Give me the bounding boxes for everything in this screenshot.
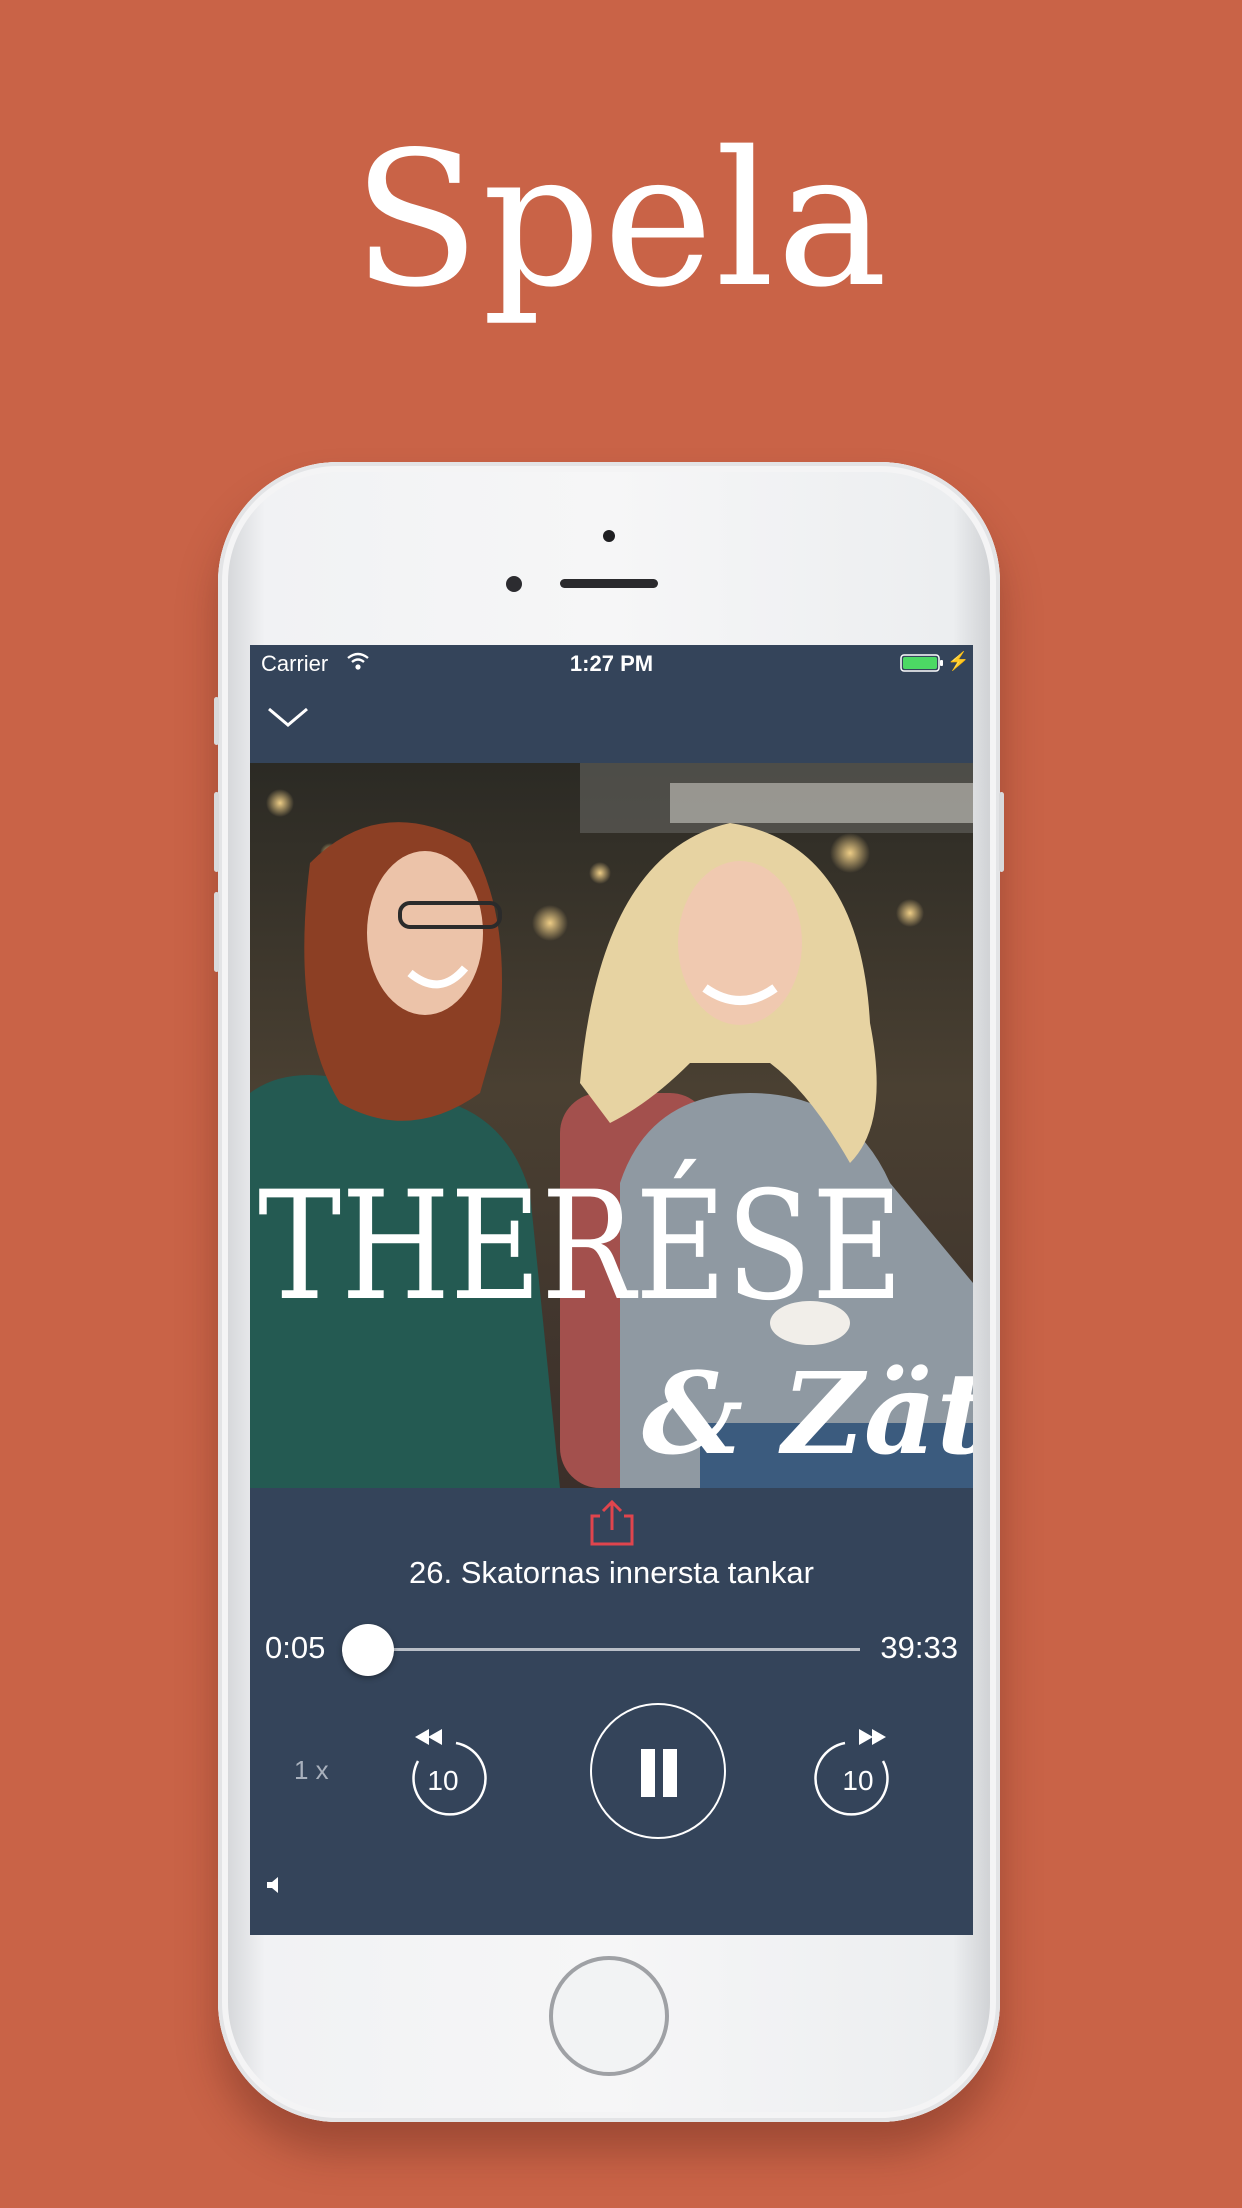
skip-forward-button[interactable]: 10 bbox=[813, 1721, 903, 1821]
pause-icon-bar bbox=[663, 1749, 677, 1797]
home-button[interactable] bbox=[549, 1956, 669, 2076]
skip-forward-label: 10 bbox=[842, 1765, 874, 1796]
artwork-title-line2: & Zäta bbox=[642, 1349, 973, 1480]
episode-title: 26. Skatornas innersta tankar bbox=[409, 1555, 814, 1590]
collapse-chevron-icon[interactable] bbox=[266, 701, 310, 731]
status-bar: Carrier 1:27 PM ⚡ bbox=[250, 645, 973, 685]
total-time: 39:33 bbox=[880, 1630, 958, 1665]
pause-icon bbox=[641, 1749, 655, 1797]
power-button bbox=[999, 792, 1004, 872]
player-screen: Carrier 1:27 PM ⚡ THERÉSE & Zä 26. Skato… bbox=[250, 645, 973, 1935]
artwork-title-line1: THERÉSE bbox=[258, 1159, 903, 1334]
pause-button[interactable] bbox=[590, 1703, 726, 1839]
playback-speed-button[interactable]: 1 x bbox=[294, 1755, 329, 1786]
status-time: 1:27 PM bbox=[569, 651, 654, 676]
seek-bar[interactable] bbox=[371, 1648, 860, 1651]
front-camera bbox=[506, 576, 522, 592]
skip-back-button[interactable]: 10 bbox=[398, 1721, 488, 1821]
volume-down-button bbox=[214, 892, 219, 972]
elapsed-time: 0:05 bbox=[265, 1630, 326, 1665]
skip-back-label: 10 bbox=[427, 1765, 459, 1796]
battery-icon bbox=[900, 654, 943, 672]
volume-up-button bbox=[214, 792, 219, 872]
volume-icon[interactable] bbox=[264, 1873, 288, 1897]
earpiece-speaker bbox=[560, 579, 658, 588]
artwork-photo: THERÉSE & Zäta bbox=[250, 763, 973, 1488]
podcast-artwork: THERÉSE & Zäta bbox=[250, 763, 973, 1488]
charging-icon: ⚡ bbox=[947, 651, 970, 671]
mute-switch bbox=[214, 697, 219, 745]
share-icon[interactable] bbox=[588, 1500, 636, 1546]
proximity-sensor bbox=[603, 530, 615, 542]
seek-thumb[interactable] bbox=[341, 1624, 394, 1676]
headline: Spela bbox=[352, 111, 890, 328]
